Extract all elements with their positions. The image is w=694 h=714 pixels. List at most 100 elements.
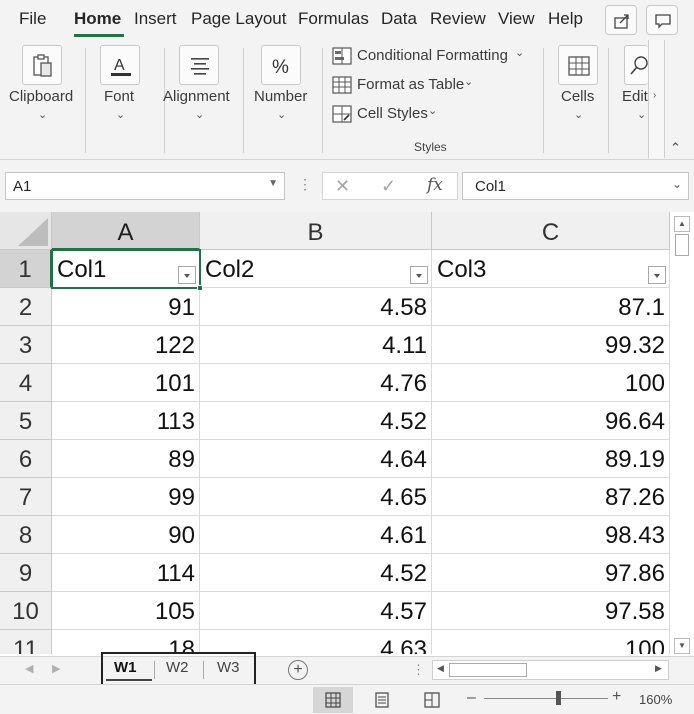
zoom-slider[interactable]	[484, 698, 608, 699]
data-cell[interactable]: 100	[432, 630, 670, 654]
horizontal-scrollbar[interactable]: ◀ ▶	[432, 660, 669, 680]
resize-handle-icon[interactable]: ⋮	[298, 176, 312, 193]
vertical-scrollbar[interactable]: ▲ ▼	[672, 214, 692, 656]
filter-dropdown-icon[interactable]	[410, 266, 428, 284]
ribbon-scrollbar[interactable]: ›	[648, 40, 665, 158]
data-cell[interactable]: 4.52	[200, 402, 432, 440]
data-cell[interactable]: 99	[52, 478, 200, 516]
tab-page-layout[interactable]: Page Layout	[191, 9, 286, 29]
column-header-a[interactable]: A	[52, 212, 200, 250]
zoom-out-icon[interactable]: –	[467, 689, 476, 707]
data-cell[interactable]: 99.32	[432, 326, 670, 364]
data-cell[interactable]: 114	[52, 554, 200, 592]
scroll-tabs-left-icon[interactable]: ◀	[25, 662, 33, 675]
data-cell[interactable]: 100	[432, 364, 670, 402]
tab-view[interactable]: View	[498, 9, 535, 29]
resize-handle-icon[interactable]: ⋮	[412, 662, 425, 678]
data-cell[interactable]: 4.11	[200, 326, 432, 364]
tab-formulas[interactable]: Formulas	[298, 9, 369, 29]
data-cell[interactable]: 90	[52, 516, 200, 554]
row-header[interactable]: 10	[0, 592, 52, 630]
data-cell[interactable]: 96.64	[432, 402, 670, 440]
clipboard-button[interactable]	[22, 45, 62, 85]
tab-data[interactable]: Data	[381, 9, 417, 29]
data-cell[interactable]: 4.58	[200, 288, 432, 326]
add-sheet-icon[interactable]: +	[288, 660, 308, 680]
data-cell[interactable]: 98.43	[432, 516, 670, 554]
data-cell[interactable]: 4.52	[200, 554, 432, 592]
tab-help[interactable]: Help	[548, 9, 583, 29]
font-button[interactable]: A	[100, 45, 140, 85]
row-header[interactable]: 11	[0, 630, 52, 654]
row-header[interactable]: 4	[0, 364, 52, 402]
data-cell[interactable]: 91	[52, 288, 200, 326]
row-header[interactable]: 5	[0, 402, 52, 440]
sheet-tab-w3[interactable]: W3	[217, 659, 240, 676]
collapse-ribbon-icon[interactable]: ⌃	[670, 140, 681, 156]
fill-handle[interactable]	[197, 285, 203, 291]
row-header[interactable]: 8	[0, 516, 52, 554]
data-cell[interactable]: 87.26	[432, 478, 670, 516]
enter-icon[interactable]: ✓	[381, 176, 396, 197]
page-layout-view-button[interactable]	[362, 687, 402, 713]
normal-view-button[interactable]	[313, 687, 353, 713]
sheet-tab-w1[interactable]: W1	[114, 659, 137, 676]
data-cell[interactable]: 4.64	[200, 440, 432, 478]
data-cell[interactable]: 18	[52, 630, 200, 654]
scroll-thumb[interactable]	[675, 234, 689, 256]
data-cell[interactable]: 4.65	[200, 478, 432, 516]
share-button[interactable]	[605, 5, 637, 35]
scroll-left-icon[interactable]: ◀	[437, 663, 444, 674]
scroll-up-icon[interactable]: ▲	[674, 216, 690, 232]
scroll-right-icon[interactable]: ▶	[655, 663, 662, 674]
data-cell[interactable]: 97.58	[432, 592, 670, 630]
row-header[interactable]: 2	[0, 288, 52, 326]
editing-button[interactable]	[624, 45, 648, 85]
data-cell[interactable]: 101	[52, 364, 200, 402]
cancel-icon[interactable]: ✕	[335, 176, 350, 197]
sheet-tab-w2[interactable]: W2	[166, 659, 189, 676]
chevron-down-icon[interactable]: ⌄	[672, 177, 682, 191]
scroll-thumb[interactable]	[449, 663, 527, 677]
row-header[interactable]: 3	[0, 326, 52, 364]
zoom-in-icon[interactable]: +	[612, 688, 621, 706]
tab-insert[interactable]: Insert	[134, 9, 177, 29]
name-box[interactable]: A1 ▼	[5, 172, 285, 200]
data-cell[interactable]: 89	[52, 440, 200, 478]
data-cell[interactable]: 89.19	[432, 440, 670, 478]
zoom-level[interactable]: 160%	[639, 692, 672, 707]
data-cell[interactable]: 4.61	[200, 516, 432, 554]
column-header-b[interactable]: B	[200, 212, 432, 250]
row-header[interactable]: 6	[0, 440, 52, 478]
row-header[interactable]: 1	[0, 250, 52, 288]
comments-button[interactable]	[646, 5, 678, 35]
insert-function-icon[interactable]: fx	[427, 175, 443, 195]
tab-file[interactable]: File	[19, 9, 46, 29]
tab-review[interactable]: Review	[430, 9, 486, 29]
header-cell-col1[interactable]: Col1	[52, 250, 200, 288]
data-cell[interactable]: 4.76	[200, 364, 432, 402]
number-button[interactable]: %	[261, 45, 301, 85]
zoom-slider-thumb[interactable]	[556, 691, 561, 705]
filter-dropdown-icon[interactable]	[178, 266, 196, 284]
formula-input[interactable]: Col1 ⌄	[462, 172, 689, 200]
tab-home[interactable]: Home	[74, 9, 121, 29]
data-cell[interactable]: 4.63	[200, 630, 432, 654]
scroll-tabs-right-icon[interactable]: ▶	[52, 662, 60, 675]
row-header[interactable]: 7	[0, 478, 52, 516]
worksheet-grid[interactable]: A B C 1 Col1 Col2 Col3 2 91 4.58 87.1 3 122 4.…	[0, 212, 670, 654]
data-cell[interactable]: 97.86	[432, 554, 670, 592]
data-cell[interactable]: 4.57	[200, 592, 432, 630]
data-cell[interactable]: 113	[52, 402, 200, 440]
select-all-button[interactable]	[0, 212, 52, 250]
cells-button[interactable]	[558, 45, 598, 85]
filter-dropdown-icon[interactable]	[648, 266, 666, 284]
data-cell[interactable]: 87.1	[432, 288, 670, 326]
header-cell-col2[interactable]: Col2	[200, 250, 432, 288]
column-header-c[interactable]: C	[432, 212, 670, 250]
page-break-view-button[interactable]	[412, 687, 452, 713]
alignment-button[interactable]	[179, 45, 219, 85]
row-header[interactable]: 9	[0, 554, 52, 592]
header-cell-col3[interactable]: Col3	[432, 250, 670, 288]
data-cell[interactable]: 122	[52, 326, 200, 364]
